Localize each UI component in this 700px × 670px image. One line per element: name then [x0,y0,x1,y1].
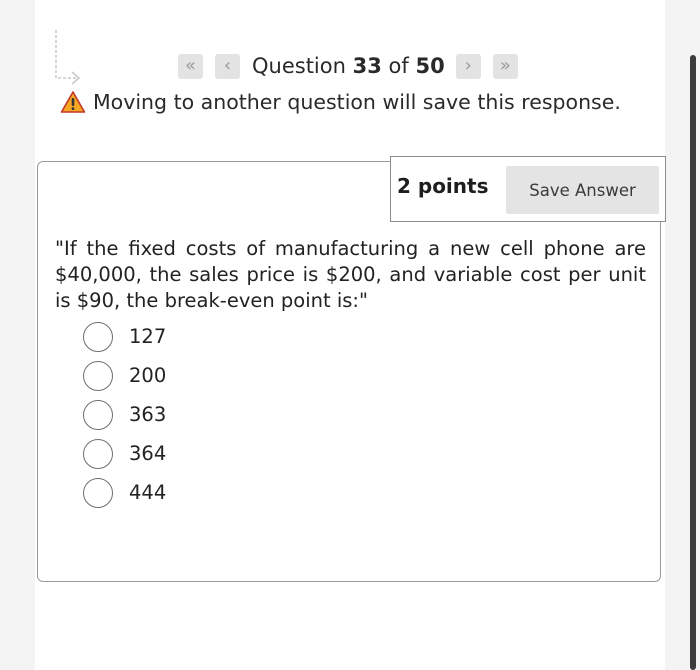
next-question-button[interactable]: › [455,53,481,79]
points-label: 2 points [397,174,489,198]
save-answer-button[interactable]: Save Answer [506,166,659,214]
question-navigation: « ‹ Question 33 of 50 › » [178,50,518,82]
radio-button[interactable] [83,360,113,391]
answer-option[interactable]: 364 [83,434,166,473]
scrollbar-thumb[interactable] [690,55,696,670]
option-label: 127 [129,325,167,348]
answer-option[interactable]: 363 [83,395,166,434]
answer-option[interactable]: 444 [83,473,166,512]
answer-option[interactable]: 127 [83,317,166,356]
radio-button[interactable] [83,438,113,469]
chevron-left-icon: ‹ [223,55,232,76]
first-question-button[interactable]: « [178,53,203,79]
previous-question-button[interactable]: ‹ [215,53,240,79]
question-prefix: Question [252,54,346,78]
last-question-button[interactable]: » [492,53,518,79]
warning-triangle-icon [60,91,86,113]
question-counter: Question 33 of 50 [252,54,445,78]
option-label: 444 [129,481,167,504]
answer-option[interactable]: 200 [83,356,166,395]
radio-button[interactable] [83,321,113,352]
question-text: "If the fixed costs of manufacturing a n… [55,237,646,312]
return-arrow-icon [55,30,81,85]
save-warning: Moving to another question will save thi… [60,90,621,114]
radio-button[interactable] [83,477,113,508]
total-questions: 50 [415,54,445,78]
warning-text: Moving to another question will save thi… [93,90,621,114]
option-label: 364 [129,442,167,465]
double-chevron-right-icon: » [499,55,511,76]
double-chevron-left-icon: « [184,55,196,76]
answer-options: 127 200 363 364 444 [83,317,166,512]
radio-button[interactable] [83,399,113,430]
current-question-number: 33 [352,54,382,78]
option-label: 363 [129,403,167,426]
option-label: 200 [129,364,167,387]
of-text: of [388,54,409,78]
chevron-right-icon: › [464,55,472,76]
